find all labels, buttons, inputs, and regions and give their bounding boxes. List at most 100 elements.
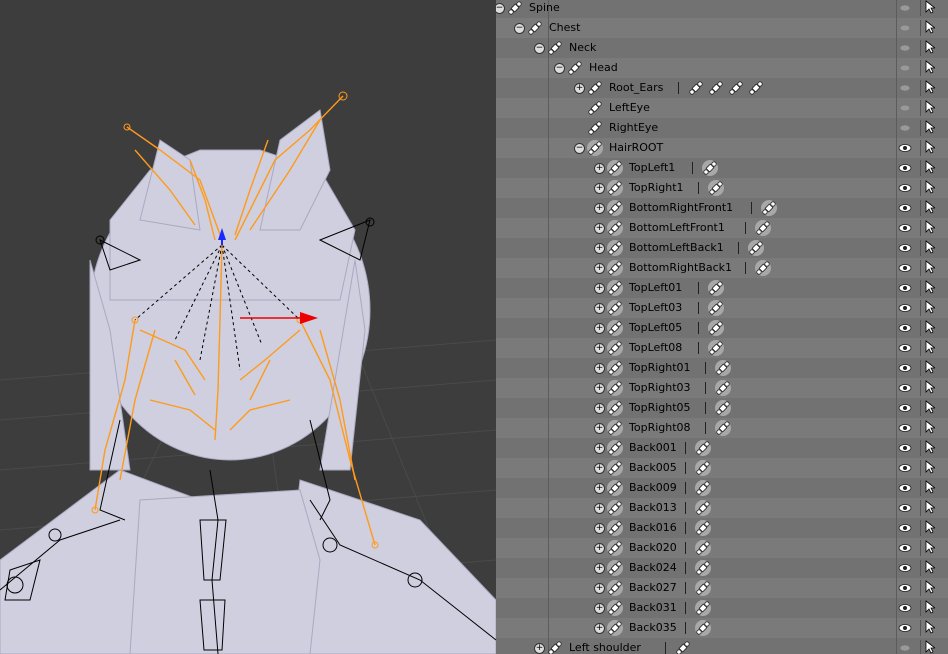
visibility-eye-icon[interactable] [898, 421, 912, 435]
outliner-item-label[interactable]: LeftEye [609, 101, 650, 114]
outliner-item-label[interactable]: Back005 [629, 461, 677, 474]
selectable-cursor-icon[interactable] [920, 180, 937, 196]
collapse-icon[interactable]: − [554, 63, 565, 74]
selectable-cursor-icon[interactable] [920, 580, 937, 596]
child-bone-icon[interactable] [695, 580, 712, 596]
outliner-row[interactable]: + BottomRightBack1 [496, 258, 948, 278]
child-bone-icon[interactable] [695, 540, 712, 556]
child-bone-icon[interactable] [695, 520, 712, 536]
child-bone-icon[interactable] [701, 160, 718, 176]
outliner-item-label[interactable]: TopRight08 [629, 421, 691, 434]
expand-icon[interactable]: + [594, 183, 605, 194]
outliner-item-label[interactable]: Back013 [629, 501, 677, 514]
outliner-item-label[interactable]: Left shoulder [569, 641, 641, 654]
selectable-cursor-icon[interactable] [920, 380, 937, 396]
outliner-item-label[interactable]: Back035 [629, 621, 677, 634]
expand-icon[interactable]: + [594, 323, 605, 334]
child-bone-icon[interactable] [748, 80, 764, 96]
child-bone-icon[interactable] [708, 80, 724, 96]
outliner-row[interactable]: − HairROOT [496, 138, 948, 158]
child-bone-icon[interactable] [715, 420, 731, 436]
selectable-cursor-icon[interactable] [920, 640, 937, 654]
outliner-item-label[interactable]: BottomLeftFront1 [629, 221, 725, 234]
selectable-cursor-icon[interactable] [920, 340, 937, 356]
outliner-row[interactable]: − Head [496, 58, 948, 78]
visibility-eye-icon[interactable] [898, 221, 912, 235]
expand-icon[interactable]: + [594, 423, 605, 434]
visibility-eye-icon[interactable] [898, 561, 912, 575]
collapse-icon[interactable]: − [574, 143, 585, 154]
expand-icon[interactable]: + [594, 543, 605, 554]
child-bone-icon[interactable] [761, 200, 778, 216]
outliner-row[interactable]: + TopRight1 [496, 178, 948, 198]
selectable-cursor-icon[interactable] [920, 440, 937, 456]
selectable-cursor-icon[interactable] [920, 100, 937, 116]
outliner-row[interactable]: + Back005 [496, 458, 948, 478]
visibility-eye-icon[interactable] [898, 161, 912, 175]
visibility-eye-icon[interactable] [898, 261, 912, 275]
child-bone-icon[interactable] [715, 380, 731, 396]
outliner-item-label[interactable]: TopLeft08 [629, 341, 682, 354]
outliner-item-label[interactable]: Spine [529, 1, 560, 14]
outliner-row[interactable]: + Back001 [496, 438, 948, 458]
outliner-item-label[interactable]: BottomLeftBack1 [629, 241, 724, 254]
outliner-item-label[interactable]: TopLeft03 [629, 301, 682, 314]
outliner-item-label[interactable]: HairROOT [609, 141, 663, 154]
selectable-cursor-icon[interactable] [920, 200, 937, 216]
outliner-row[interactable]: LeftEye [496, 98, 948, 118]
outliner-panel[interactable]: − Spine − Chest − Neck − Head + Root_Ears LeftEye R… [496, 0, 948, 654]
outliner-item-label[interactable]: TopLeft1 [629, 161, 675, 174]
visibility-eye-icon[interactable] [898, 601, 912, 615]
selectable-cursor-icon[interactable] [920, 360, 937, 376]
child-bone-icon[interactable] [695, 440, 712, 456]
outliner-row[interactable]: + BottomRightFront1 [496, 198, 948, 218]
outliner-item-label[interactable]: Back031 [629, 601, 677, 614]
expand-icon[interactable]: + [594, 583, 605, 594]
expand-icon[interactable]: + [594, 203, 605, 214]
expand-icon[interactable]: + [594, 243, 605, 254]
expand-icon[interactable]: + [594, 343, 605, 354]
child-bone-icon[interactable] [754, 220, 771, 236]
selectable-cursor-icon[interactable] [920, 500, 937, 516]
visibility-eye-icon[interactable] [898, 461, 912, 475]
visibility-eye-icon[interactable] [898, 81, 912, 95]
outliner-item-label[interactable]: Back027 [629, 581, 677, 594]
outliner-row[interactable]: + Back024 [496, 558, 948, 578]
outliner-row[interactable]: + Root_Ears [496, 78, 948, 98]
selectable-cursor-icon[interactable] [920, 220, 937, 236]
visibility-eye-icon[interactable] [898, 301, 912, 315]
child-bone-icon[interactable] [715, 400, 731, 416]
outliner-item-label[interactable]: Back009 [629, 481, 677, 494]
expand-icon[interactable]: + [594, 383, 605, 394]
child-bone-icon[interactable] [708, 280, 725, 296]
selectable-cursor-icon[interactable] [920, 240, 937, 256]
expand-icon[interactable]: + [594, 403, 605, 414]
child-bone-icon[interactable] [754, 260, 771, 276]
outliner-row[interactable]: + TopLeft01 [496, 278, 948, 298]
outliner-row[interactable]: + Back016 [496, 518, 948, 538]
outliner-item-label[interactable]: Chest [549, 21, 580, 34]
outliner-item-label[interactable]: TopRight1 [629, 181, 684, 194]
outliner-item-label[interactable]: TopRight05 [629, 401, 691, 414]
expand-icon[interactable]: + [594, 623, 605, 634]
child-bone-icon[interactable] [708, 180, 725, 196]
visibility-eye-icon[interactable] [898, 241, 912, 255]
selectable-cursor-icon[interactable] [920, 540, 937, 556]
outliner-item-label[interactable]: RightEye [609, 121, 658, 134]
outliner-item-label[interactable]: TopRight01 [629, 361, 691, 374]
outliner-row[interactable]: + Back027 [496, 578, 948, 598]
outliner-row[interactable]: + TopLeft05 [496, 318, 948, 338]
visibility-eye-icon[interactable] [898, 581, 912, 595]
visibility-eye-icon[interactable] [898, 521, 912, 535]
outliner-row[interactable]: + TopRight08 [496, 418, 948, 438]
expand-icon[interactable]: + [594, 463, 605, 474]
expand-icon[interactable]: + [594, 303, 605, 314]
collapse-icon[interactable]: − [534, 43, 545, 54]
selectable-cursor-icon[interactable] [920, 480, 937, 496]
visibility-eye-icon[interactable] [898, 1, 912, 15]
selectable-cursor-icon[interactable] [920, 320, 937, 336]
child-bone-icon[interactable] [675, 640, 691, 654]
visibility-eye-icon[interactable] [898, 381, 912, 395]
outliner-row[interactable]: + Back009 [496, 478, 948, 498]
expand-icon[interactable]: + [594, 223, 605, 234]
